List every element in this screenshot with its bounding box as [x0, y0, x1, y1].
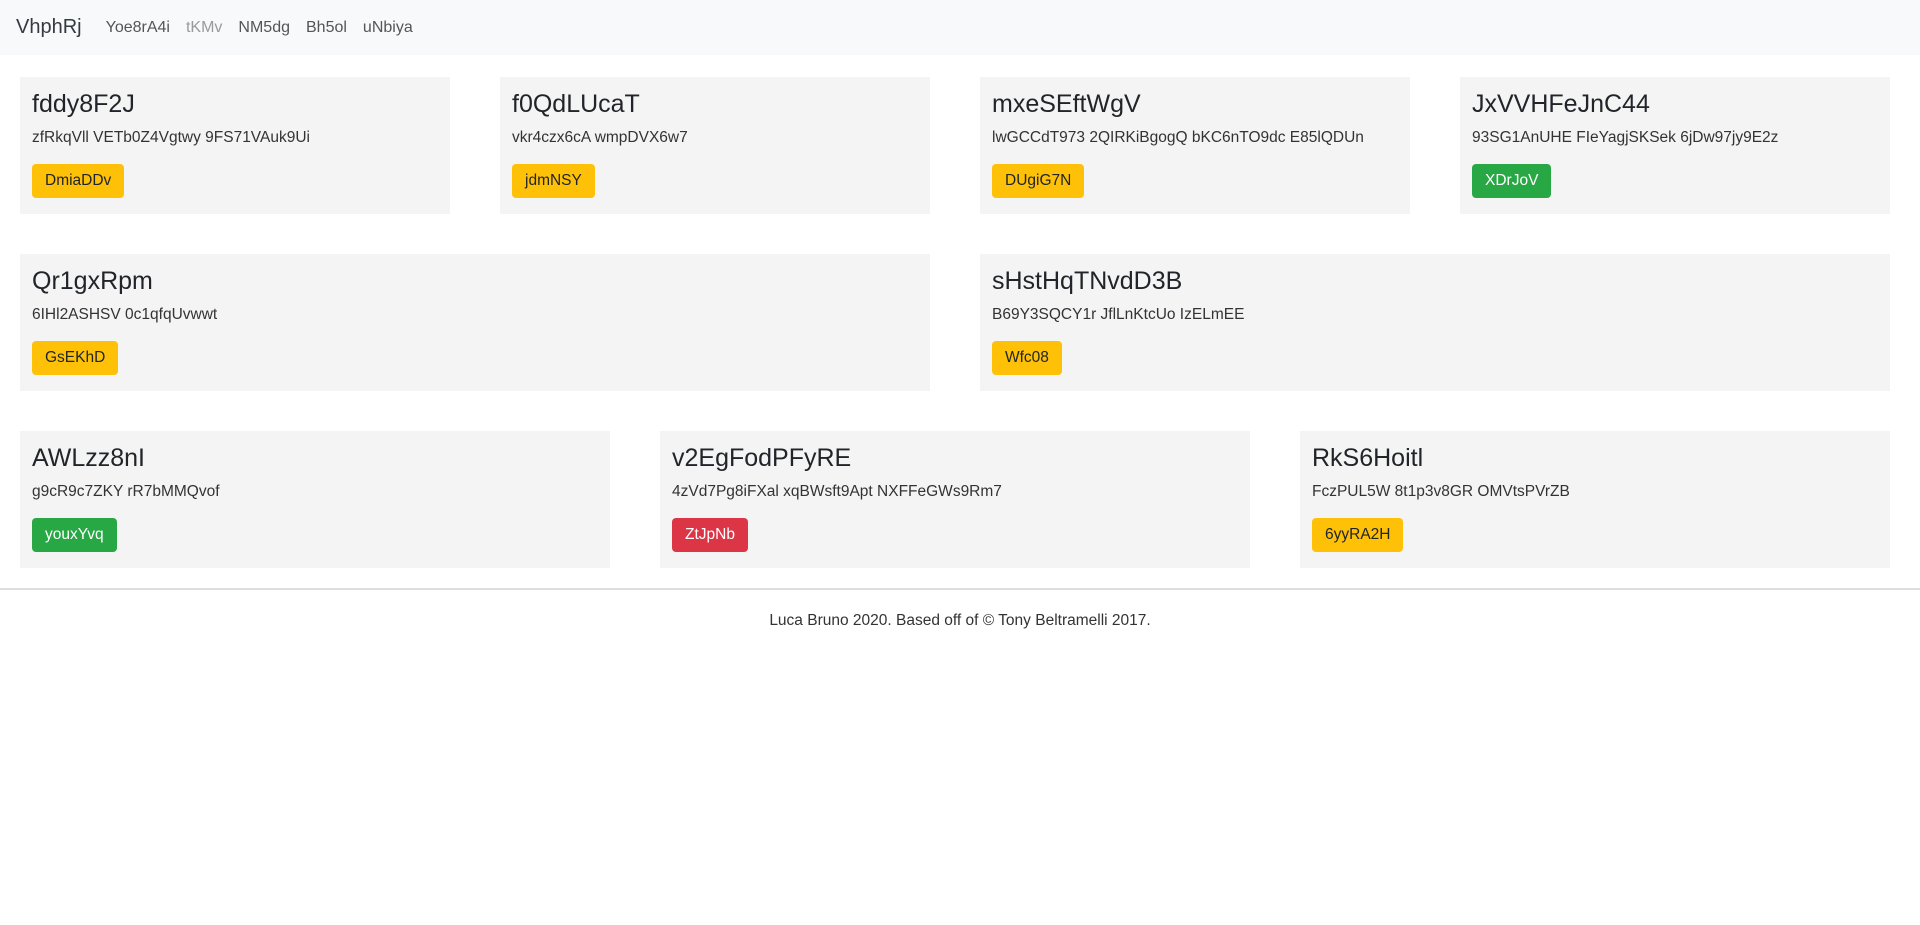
card-title: mxeSEftWgV — [992, 90, 1141, 118]
card: Qr1gxRpm 6IHl2ASHSV 0c1qfqUvwwt GsEKhD — [20, 254, 930, 391]
nav-link-2[interactable]: tKMv — [186, 19, 222, 37]
card-button[interactable]: 6yyRA2H — [1312, 517, 1404, 552]
card-text: FczPUL5W 8t1p3v8GR OMVtsPVrZB — [1312, 482, 1570, 500]
card-title: v2EgFodPFyRE — [672, 444, 852, 472]
card-button[interactable]: ZtJpNb — [672, 517, 748, 552]
nav-link-4[interactable]: Bh5ol — [306, 19, 347, 37]
card-row-2: Qr1gxRpm 6IHl2ASHSV 0c1qfqUvwwt GsEKhD s… — [20, 254, 1900, 391]
nav-link-5[interactable]: uNbiya — [363, 19, 413, 37]
card-title: sHstHqTNvdD3B — [992, 267, 1183, 295]
card: mxeSEftWgV lwGCCdT973 2QIRKiBgogQ bKC6nT… — [980, 77, 1410, 214]
card-text: lwGCCdT973 2QIRKiBgogQ bKC6nTO9dc E85lQD… — [992, 128, 1364, 146]
card-text: zfRkqVll VETb0Z4Vgtwy 9FS71VAuk9Ui — [32, 128, 310, 146]
card-title: Qr1gxRpm — [32, 267, 153, 295]
card-text: vkr4czx6cA wmpDVX6w7 — [512, 128, 688, 146]
card: JxVVHFeJnC44 93SG1AnUHE FIeYagjSKSek 6jD… — [1460, 77, 1890, 214]
footer-text: Luca Bruno 2020. Based off of © Tony Bel… — [769, 612, 1151, 629]
main-content: fddy8F2J zfRkqVll VETb0Z4Vgtwy 9FS71VAuk… — [0, 77, 1920, 568]
card-row-3: AWLzz8nI g9cR9c7ZKY rR7bMMQvof youxYvq v… — [20, 431, 1900, 568]
card-text: g9cR9c7ZKY rR7bMMQvof — [32, 482, 220, 500]
card-title: AWLzz8nI — [32, 444, 146, 472]
footer-divider — [0, 588, 1920, 590]
card-title: f0QdLUcaT — [512, 90, 640, 118]
navbar: VhphRj Yoe8rA4i tKMv NM5dg Bh5ol uNbiya — [0, 0, 1920, 55]
card: sHstHqTNvdD3B B69Y3SQCY1r JflLnKtcUo IzE… — [980, 254, 1890, 391]
card-text: 4zVd7Pg8iFXal xqBWsft9Apt NXFFeGWs9Rm7 — [672, 482, 1002, 500]
card: fddy8F2J zfRkqVll VETb0Z4Vgtwy 9FS71VAuk… — [20, 77, 450, 214]
footer: Luca Bruno 2020. Based off of © Tony Bel… — [0, 612, 1920, 630]
card-button[interactable]: jdmNSY — [512, 163, 595, 198]
card-button[interactable]: XDrJoV — [1472, 163, 1552, 198]
navbar-brand[interactable]: VhphRj — [16, 16, 82, 39]
nav-link-3[interactable]: NM5dg — [238, 19, 290, 37]
card-button[interactable]: GsEKhD — [32, 340, 119, 375]
card-title: RkS6Hoitl — [1312, 444, 1424, 472]
card-text: 93SG1AnUHE FIeYagjSKSek 6jDw97jy9E2z — [1472, 128, 1779, 146]
card-text: B69Y3SQCY1r JflLnKtcUo IzELmEE — [992, 305, 1245, 323]
card-button[interactable]: DmiaDDv — [32, 163, 125, 198]
card-button[interactable]: DUgiG7N — [992, 163, 1085, 198]
nav-link-1[interactable]: Yoe8rA4i — [106, 19, 170, 37]
card: RkS6Hoitl FczPUL5W 8t1p3v8GR OMVtsPVrZB … — [1300, 431, 1890, 568]
card-title: JxVVHFeJnC44 — [1472, 90, 1650, 118]
card: AWLzz8nI g9cR9c7ZKY rR7bMMQvof youxYvq — [20, 431, 610, 568]
card-text: 6IHl2ASHSV 0c1qfqUvwwt — [32, 305, 218, 323]
card-title: fddy8F2J — [32, 90, 135, 118]
card-row-1: fddy8F2J zfRkqVll VETb0Z4Vgtwy 9FS71VAuk… — [20, 77, 1900, 214]
card-button[interactable]: youxYvq — [32, 517, 117, 552]
card: f0QdLUcaT vkr4czx6cA wmpDVX6w7 jdmNSY — [500, 77, 930, 214]
card-button[interactable]: Wfc08 — [992, 340, 1062, 375]
card: v2EgFodPFyRE 4zVd7Pg8iFXal xqBWsft9Apt N… — [660, 431, 1250, 568]
